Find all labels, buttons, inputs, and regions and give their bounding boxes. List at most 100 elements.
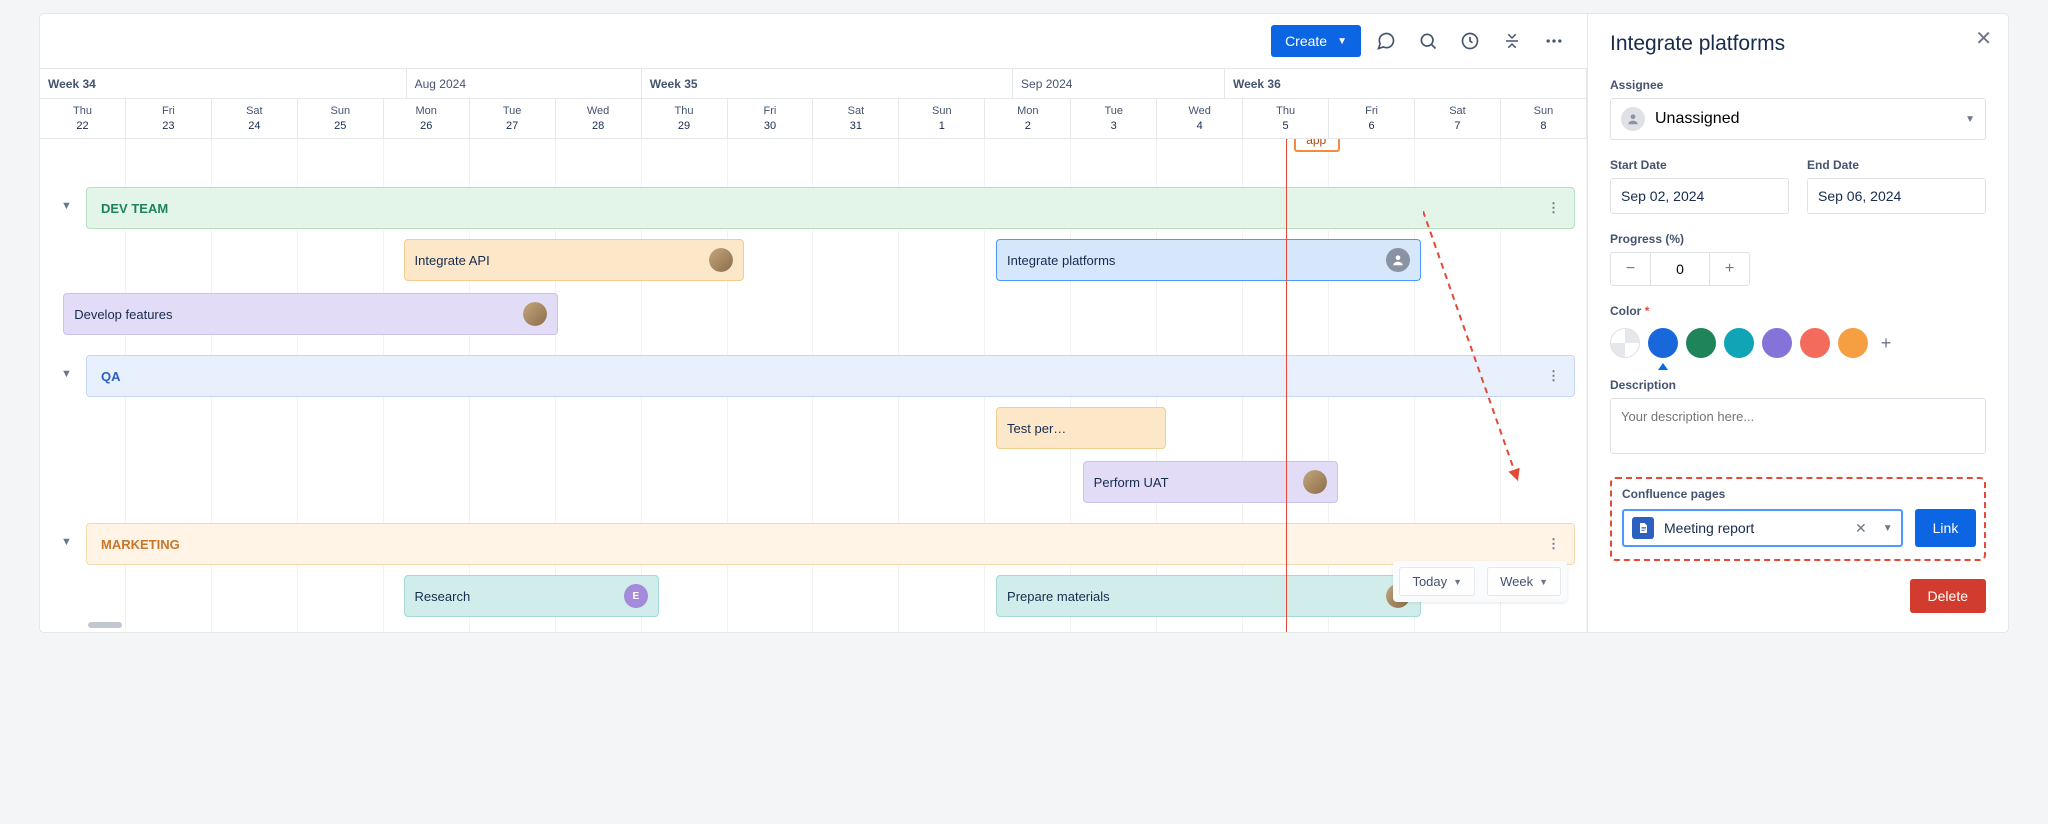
group-header-qa[interactable]: ▼ QA ⋮ <box>86 355 1575 397</box>
start-date-input[interactable] <box>1610 178 1789 214</box>
avatar-unassigned[interactable] <box>1386 248 1410 272</box>
assignee-value: Unassigned <box>1655 110 1740 128</box>
chevron-down-icon: ▼ <box>1453 577 1462 587</box>
progress-increment[interactable]: + <box>1709 253 1749 285</box>
comment-icon[interactable] <box>1369 24 1403 58</box>
task-bar-integrate-platforms[interactable]: Integrate platforms <box>996 239 1421 281</box>
group-label: DEV TEAM <box>101 201 168 216</box>
day-cell: Sat24 <box>212 99 298 138</box>
create-label: Create <box>1285 33 1327 49</box>
day-cell: Wed28 <box>556 99 642 138</box>
start-date-label: Start Date <box>1610 158 1789 172</box>
day-cell: Mon26 <box>384 99 470 138</box>
task-bar-test-perf[interactable]: Test per… <box>996 407 1166 449</box>
progress-stepper: − 0 + <box>1610 252 1750 286</box>
progress-decrement[interactable]: − <box>1611 253 1651 285</box>
color-swatch[interactable] <box>1762 328 1792 358</box>
day-cell: Sat7 <box>1415 99 1501 138</box>
avatar[interactable] <box>523 302 547 326</box>
gantt-body: 05 Test app ▼ DEV TEAM ⋮ Integrate API <box>40 139 1587 632</box>
progress-value: 0 <box>1651 253 1709 285</box>
avatar-unassigned-icon <box>1621 107 1645 131</box>
search-icon[interactable] <box>1411 24 1445 58</box>
confluence-select[interactable]: ✕ ▼ <box>1622 509 1903 547</box>
confluence-label: Confluence pages <box>1622 487 1974 501</box>
clear-icon[interactable]: ✕ <box>1855 520 1867 537</box>
link-button[interactable]: Link <box>1915 509 1977 547</box>
day-cell: Sun8 <box>1501 99 1587 138</box>
create-button[interactable]: Create ▼ <box>1271 25 1361 57</box>
color-swatch[interactable] <box>1724 328 1754 358</box>
day-cell: Sun1 <box>899 99 985 138</box>
color-swatch[interactable] <box>1838 328 1868 358</box>
day-cell: Mon2 <box>985 99 1071 138</box>
week-label: Week <box>1500 574 1533 589</box>
group-label: QA <box>101 369 121 384</box>
color-swatch[interactable] <box>1800 328 1830 358</box>
toolbar: Create ▼ <box>40 14 1587 68</box>
group-header-marketing[interactable]: ▼ MARKETING ⋮ <box>86 523 1575 565</box>
progress-label: Progress (%) <box>1610 232 1986 246</box>
week-cell: Aug 2024 <box>407 69 642 98</box>
more-vertical-icon[interactable]: ⋮ <box>1547 536 1560 552</box>
color-swatch[interactable] <box>1686 328 1716 358</box>
day-cell: Thu22 <box>40 99 126 138</box>
test-app-badge[interactable]: Test app <box>1294 139 1340 152</box>
avatar[interactable] <box>709 248 733 272</box>
color-label: Color * <box>1610 304 1986 318</box>
add-color-button[interactable]: + <box>1876 333 1896 354</box>
detail-panel: ✕ Integrate platforms Assignee Unassigne… <box>1588 14 2008 632</box>
day-cell: Sat31 <box>813 99 899 138</box>
color-swatch[interactable] <box>1648 328 1678 358</box>
end-date-label: End Date <box>1807 158 1986 172</box>
chevron-down-icon[interactable]: ▼ <box>61 536 72 548</box>
day-cell: Sun25 <box>298 99 384 138</box>
day-cell: Wed4 <box>1157 99 1243 138</box>
week-cell: Week 36 <box>1225 69 1587 98</box>
end-date-input[interactable] <box>1807 178 1986 214</box>
description-label: Description <box>1610 378 1986 392</box>
task-bar-research[interactable]: Research E <box>404 575 659 617</box>
task-label: Develop features <box>74 307 172 322</box>
collapse-icon[interactable] <box>1495 24 1529 58</box>
group-label: MARKETING <box>101 537 180 552</box>
task-bar-perform-uat[interactable]: Perform UAT <box>1083 461 1338 503</box>
today-button[interactable]: Today ▼ <box>1399 567 1475 596</box>
color-none[interactable] <box>1610 328 1640 358</box>
confluence-input[interactable] <box>1664 520 1845 536</box>
close-icon[interactable]: ✕ <box>1975 26 1992 51</box>
avatar-letter[interactable]: E <box>624 584 648 608</box>
avatar[interactable] <box>1303 470 1327 494</box>
day-cell: Thu29 <box>642 99 728 138</box>
chevron-down-icon[interactable]: ▼ <box>61 200 72 212</box>
assignee-select[interactable]: Unassigned ▼ <box>1610 98 1986 140</box>
more-icon[interactable] <box>1537 24 1571 58</box>
group-header-dev[interactable]: ▼ DEV TEAM ⋮ <box>86 187 1575 229</box>
chevron-down-icon: ▼ <box>1337 36 1347 47</box>
day-cell: Fri23 <box>126 99 212 138</box>
task-bar-prepare-materials[interactable]: Prepare materials <box>996 575 1421 617</box>
chevron-down-icon[interactable]: ▼ <box>61 368 72 380</box>
task-bar-develop-features[interactable]: Develop features <box>63 293 558 335</box>
task-label: Test per… <box>1007 421 1066 436</box>
color-row: + <box>1610 328 1986 358</box>
week-dropdown[interactable]: Week ▼ <box>1487 567 1561 596</box>
week-cell: Week 35 <box>642 69 1013 98</box>
task-bar-integrate-api[interactable]: Integrate API <box>404 239 744 281</box>
chevron-down-icon: ▼ <box>1539 577 1548 587</box>
page-icon <box>1632 517 1654 539</box>
day-cell: Fri30 <box>728 99 814 138</box>
task-label: Integrate API <box>415 253 490 268</box>
day-cell: Tue27 <box>470 99 556 138</box>
today-label: Today <box>1412 574 1447 589</box>
description-input[interactable] <box>1610 398 1986 454</box>
confluence-zone: Confluence pages ✕ ▼ Link <box>1610 477 1986 561</box>
task-label: Prepare materials <box>1007 589 1110 604</box>
history-icon[interactable] <box>1453 24 1487 58</box>
day-cell: Fri6 <box>1329 99 1415 138</box>
dependency-arrow <box>1423 211 1587 531</box>
chevron-down-icon: ▼ <box>1965 114 1975 125</box>
today-line: 05 Test app <box>1286 139 1287 632</box>
delete-button[interactable]: Delete <box>1910 579 1986 613</box>
task-label: Integrate platforms <box>1007 253 1115 268</box>
